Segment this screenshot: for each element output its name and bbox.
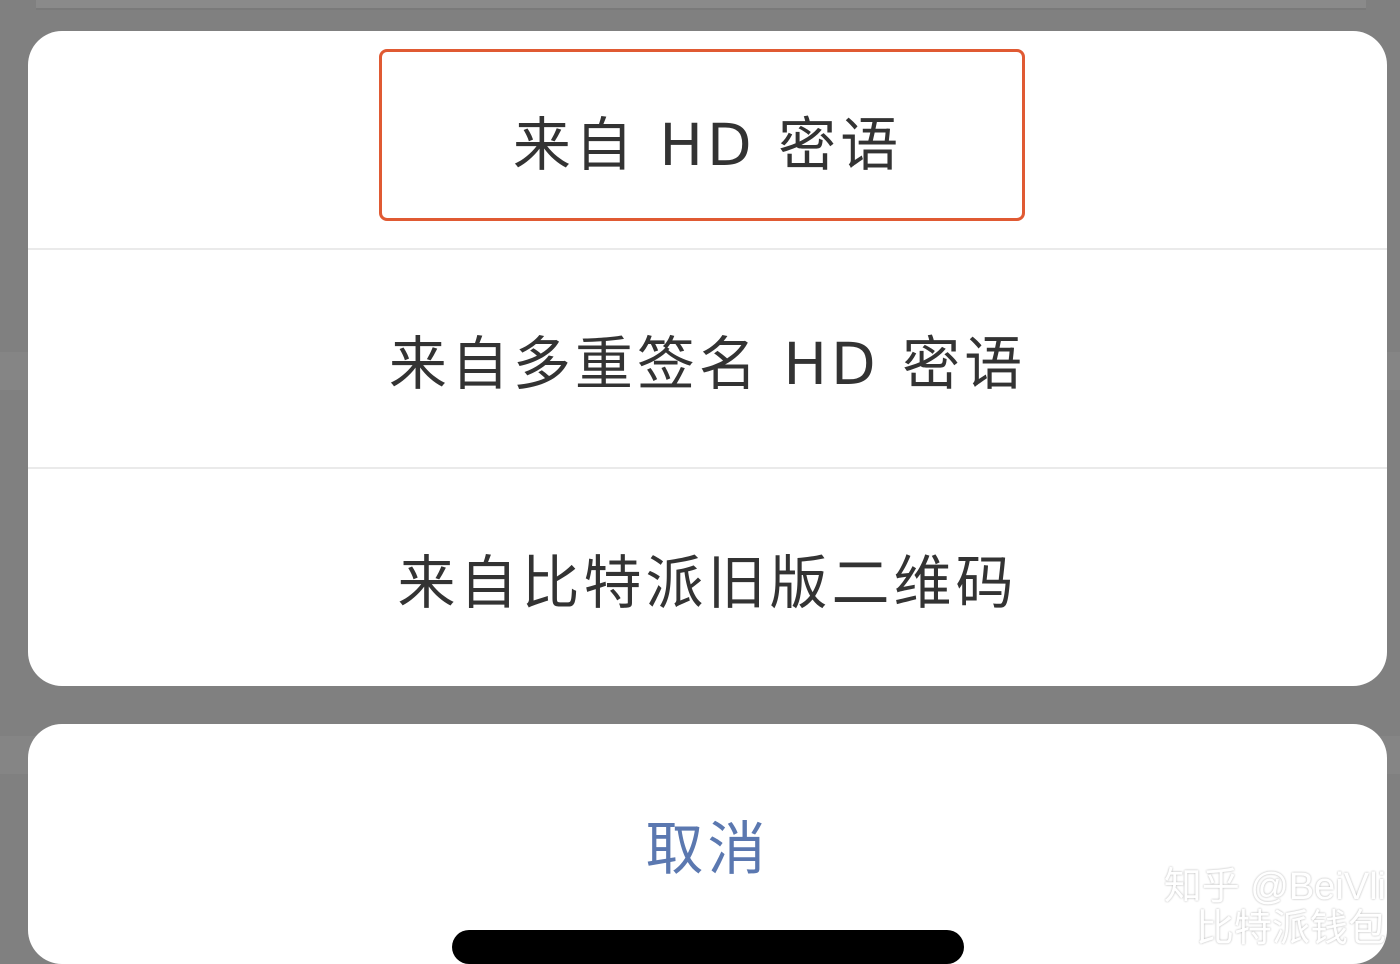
action-sheet: 来自 HD 密语 来自多重签名 HD 密语 来自比特派旧版二维码 (28, 31, 1387, 686)
option-from-multisig-hd-mnemonic[interactable]: 来自多重签名 HD 密语 (28, 248, 1387, 467)
option-label: 来自多重签名 HD 密语 (388, 329, 1027, 398)
option-from-hd-mnemonic[interactable]: 来自 HD 密语 (28, 31, 1387, 248)
background-topline (36, 0, 1366, 10)
option-from-legacy-qr-code[interactable]: 来自比特派旧版二维码 (28, 467, 1387, 686)
weibo-icon (1148, 912, 1190, 946)
watermark-line1: 知乎 @BeiVli (1163, 866, 1386, 908)
home-indicator (452, 930, 964, 964)
watermark: 知乎 @BeiVli 比特派钱包 (1148, 866, 1386, 950)
highlight-box (379, 49, 1025, 221)
watermark-line2: 比特派钱包 (1195, 908, 1386, 950)
option-label: 来自比特派旧版二维码 (397, 548, 1018, 617)
